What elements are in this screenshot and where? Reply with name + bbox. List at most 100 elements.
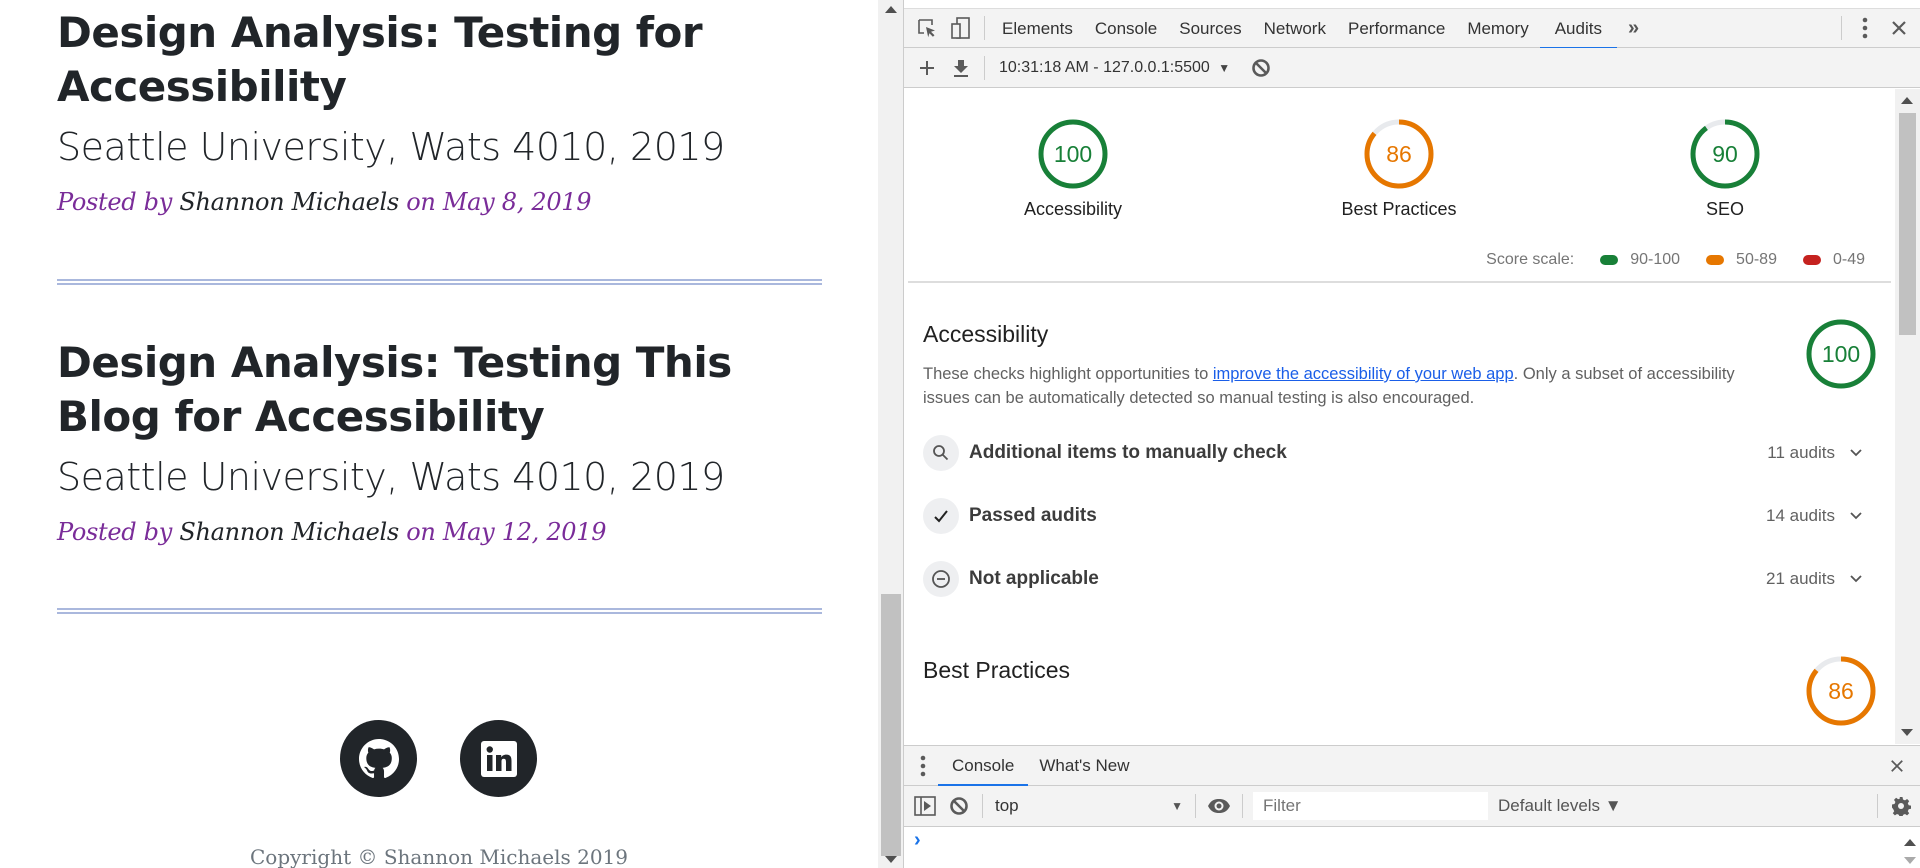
github-link[interactable] — [340, 720, 417, 797]
linkedin-icon — [480, 740, 517, 777]
scroll-up-arrow-icon[interactable] — [1901, 97, 1913, 104]
close-icon — [1892, 21, 1906, 35]
search-icon — [923, 435, 959, 471]
drawer-tab-whats-new[interactable]: What's New — [1028, 746, 1140, 785]
more-tabs-button[interactable]: » — [1617, 9, 1650, 48]
score-gauge-accessibility[interactable]: 100 Accessibility — [973, 117, 1173, 220]
audit-group-title: Not applicable — [969, 568, 1099, 589]
copyright-text: Copyright © Shannon Michaels 2019 — [249, 845, 629, 868]
tab-elements[interactable]: Elements — [991, 9, 1084, 48]
post-date: May 8, 2019 — [442, 188, 592, 216]
legend-range-fail: 0-49 — [1832, 251, 1865, 268]
audit-group-count: 21 audits — [1766, 569, 1835, 588]
context-value: top — [995, 796, 1019, 815]
audit-group-passed[interactable]: Passed audits 14 audits — [923, 493, 1863, 539]
scroll-up-arrow-icon[interactable] — [1904, 839, 1916, 846]
gauge-ring: 90 — [1690, 119, 1760, 189]
posted-by-label: Posted by — [57, 518, 173, 546]
sidebar-toggle-icon — [914, 796, 936, 816]
inspect-element-button[interactable] — [910, 13, 944, 43]
toolbar-separator — [982, 794, 983, 818]
gauge-ring: 100 — [1038, 119, 1108, 189]
log-levels-dropdown[interactable]: Default levels ▼ — [1498, 796, 1622, 816]
report-scrollbar[interactable] — [1895, 89, 1920, 744]
score-scale-label: Score scale: — [1486, 251, 1575, 268]
devtools-menu-button[interactable] — [1848, 13, 1882, 43]
gear-icon — [1892, 797, 1911, 816]
tab-console[interactable]: Console — [1084, 9, 1168, 48]
report-scrollbar-thumb[interactable] — [1899, 113, 1916, 335]
post-subtitle: Seattle University, Wats 4010, 2019 — [57, 125, 725, 169]
scroll-down-arrow-icon[interactable] — [885, 856, 897, 863]
on-label: on — [406, 188, 436, 216]
blog-post: Design Analysis: Testing This Blog for A… — [57, 336, 837, 550]
devtools-panel: Elements Console Sources Network Perform… — [904, 0, 1920, 868]
close-devtools-button[interactable] — [1882, 13, 1916, 43]
audits-toolbar: 10:31:18 AM - 127.0.0.1:5500 ▼ — [904, 48, 1920, 88]
console-filter-input[interactable] — [1253, 792, 1488, 820]
close-drawer-button[interactable] — [1880, 751, 1914, 781]
download-icon — [954, 59, 968, 77]
context-selector[interactable]: top ▼ — [989, 796, 1189, 816]
legend-range-average: 50-89 — [1736, 251, 1777, 268]
console-settings-button[interactable] — [1884, 791, 1918, 821]
toolbar-separator — [1841, 16, 1842, 40]
github-icon — [358, 738, 399, 778]
device-icon — [951, 17, 970, 39]
kebab-menu-icon — [920, 755, 926, 776]
blog-page: Design Analysis: Testing for Accessibili… — [0, 0, 878, 868]
category-title-accessibility: Accessibility — [923, 321, 1049, 347]
legend-range-pass: 90-100 — [1630, 251, 1681, 268]
score-gauge-best-practices[interactable]: 86 Best Practices — [1299, 117, 1499, 220]
post-author: Shannon Michaels — [179, 518, 399, 546]
report-selector[interactable]: 10:31:18 AM - 127.0.0.1:5500 ▼ — [999, 59, 1230, 77]
score-scale-legend: Score scale: 90-100 50-89 0-49 — [1486, 251, 1865, 269]
drawer-menu-button[interactable] — [908, 751, 938, 781]
post-author: Shannon Michaels — [179, 188, 399, 216]
page-scrollbar[interactable] — [878, 0, 904, 868]
gauge-ring: 100 — [1806, 319, 1876, 389]
gauge-score: 86 — [1386, 141, 1412, 167]
live-expression-button[interactable] — [1202, 791, 1236, 821]
legend-dot-pass — [1600, 255, 1619, 265]
toolbar-separator — [984, 55, 985, 80]
post-divider — [57, 608, 822, 614]
page-scrollbar-thumb[interactable] — [881, 594, 901, 856]
scroll-down-arrow-icon[interactable] — [1901, 729, 1913, 736]
accessibility-docs-link[interactable]: improve the accessibility of your web ap… — [1213, 365, 1514, 383]
eye-icon — [1208, 799, 1230, 813]
on-label: on — [406, 518, 436, 546]
audit-group-manual[interactable]: Additional items to manually check 11 au… — [923, 430, 1863, 476]
post-title[interactable]: Design Analysis: Testing for Accessibili… — [57, 6, 837, 114]
console-prompt-area[interactable]: › — [904, 827, 1920, 868]
gauge-ring: 86 — [1364, 119, 1434, 189]
tab-memory[interactable]: Memory — [1456, 9, 1539, 48]
drawer-tab-console[interactable]: Console — [938, 746, 1029, 786]
tab-network[interactable]: Network — [1253, 9, 1337, 48]
audit-group-not-applicable[interactable]: Not applicable 21 audits — [923, 556, 1863, 602]
tab-performance[interactable]: Performance — [1337, 9, 1456, 48]
clear-reports-button[interactable] — [1244, 53, 1278, 83]
description-text: These checks highlight opportunities to — [923, 365, 1213, 383]
scroll-down-arrow-icon[interactable] — [1904, 857, 1916, 864]
tab-audits[interactable]: Audits — [1539, 9, 1618, 49]
clear-console-button[interactable] — [942, 791, 976, 821]
close-icon — [1891, 759, 1903, 772]
gauge-score: 100 — [1822, 341, 1860, 367]
device-toolbar-button[interactable] — [944, 13, 978, 43]
new-audit-button[interactable] — [910, 53, 944, 83]
minus-circle-icon — [923, 561, 959, 597]
linkedin-link[interactable] — [460, 720, 537, 797]
score-gauge-seo[interactable]: 90 SEO — [1625, 117, 1825, 220]
post-meta: Posted by Shannon Michaels on May 8, 201… — [57, 184, 837, 220]
tab-sources[interactable]: Sources — [1168, 9, 1252, 48]
chevron-down-icon — [1850, 575, 1862, 583]
blog-post: Design Analysis: Testing for Accessibili… — [57, 6, 837, 220]
post-title[interactable]: Design Analysis: Testing This Blog for A… — [57, 336, 837, 444]
gauge-score: 86 — [1828, 678, 1854, 704]
audit-group-count: 14 audits — [1766, 506, 1835, 525]
scroll-up-arrow-icon[interactable] — [885, 6, 897, 13]
audit-group-count: 11 audits — [1767, 443, 1835, 462]
download-report-button[interactable] — [944, 53, 978, 83]
toggle-sidebar-button[interactable] — [908, 791, 942, 821]
